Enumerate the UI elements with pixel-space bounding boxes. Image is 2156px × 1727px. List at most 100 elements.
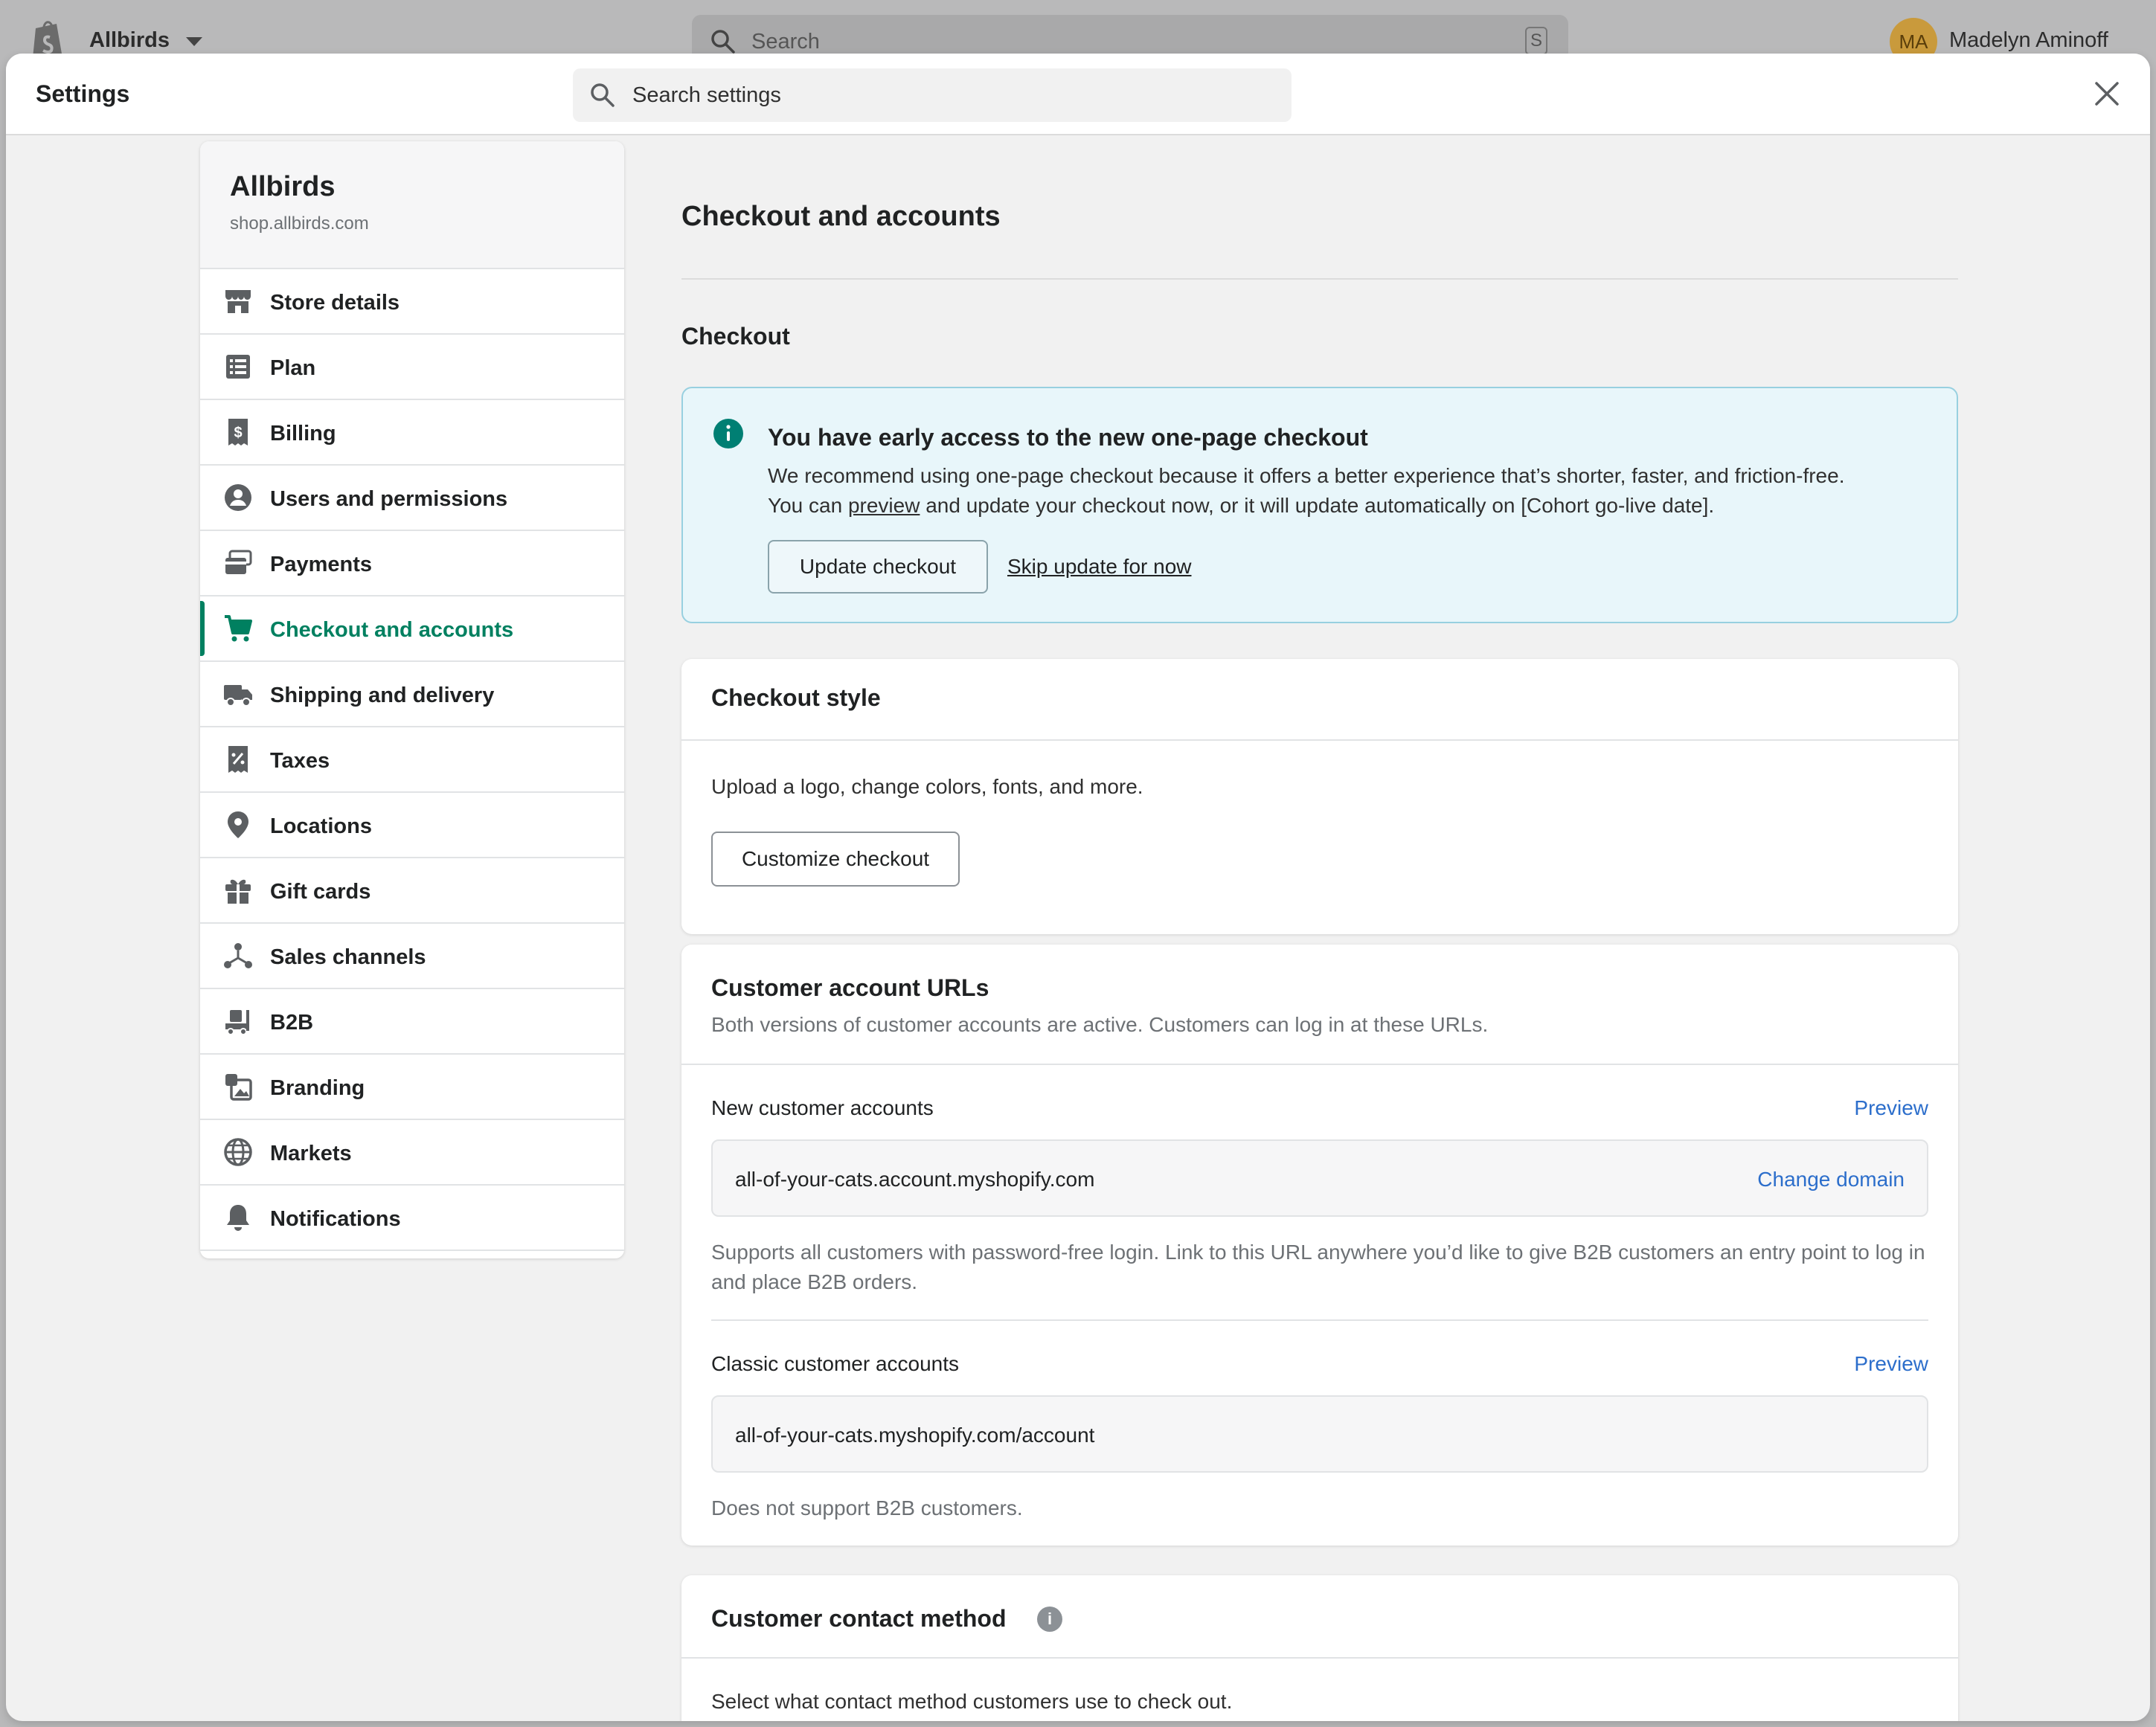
chevron-down-icon[interactable] bbox=[186, 37, 202, 46]
sidebar-item-markets[interactable]: Markets bbox=[200, 1120, 624, 1186]
truck-icon bbox=[224, 685, 252, 707]
sidebar-item-label: Markets bbox=[270, 1142, 352, 1165]
sidebar-item-label: Branding bbox=[270, 1076, 365, 1100]
channels-icon bbox=[224, 943, 252, 968]
divider bbox=[681, 739, 1958, 741]
info-icon[interactable]: i bbox=[1037, 1607, 1062, 1632]
sidebar-store-url: shop.allbirds.com bbox=[230, 213, 369, 234]
classic-accounts-label: Classic customer accounts bbox=[711, 1352, 960, 1375]
close-icon[interactable] bbox=[2092, 79, 2122, 109]
divider bbox=[681, 1657, 1958, 1659]
sidebar-item-label: Taxes bbox=[270, 749, 330, 773]
globe-icon bbox=[224, 1138, 252, 1166]
sidebar-item-label: Locations bbox=[270, 814, 372, 838]
sidebar-item-taxes[interactable]: Taxes bbox=[200, 727, 624, 793]
user-name[interactable]: Madelyn Aminoff bbox=[1949, 28, 2108, 53]
preview-link[interactable]: preview bbox=[848, 494, 920, 517]
branding-icon bbox=[225, 1074, 252, 1101]
banner-title: You have early access to the new one-pag… bbox=[768, 424, 1368, 451]
sidebar-item-locations[interactable]: Locations bbox=[200, 793, 624, 858]
update-checkout-button[interactable]: Update checkout bbox=[768, 540, 988, 594]
classic-accounts-url: all-of-your-cats.myshopify.com/account bbox=[735, 1424, 1095, 1447]
customer-account-urls-card: Customer account URLs Both versions of c… bbox=[681, 945, 1958, 1546]
classic-accounts-preview-link[interactable]: Preview bbox=[1854, 1352, 1928, 1376]
sidebar-item-branding[interactable]: Branding bbox=[200, 1055, 624, 1120]
settings-search-input[interactable]: Search settings bbox=[573, 68, 1292, 122]
change-domain-link[interactable]: Change domain bbox=[1757, 1168, 1905, 1191]
store-switcher[interactable]: Allbirds bbox=[89, 28, 170, 53]
info-icon bbox=[713, 419, 743, 448]
sidebar-item-checkout-and-accounts[interactable]: Checkout and accounts bbox=[200, 596, 624, 662]
search-shortcut-key: S bbox=[1525, 27, 1547, 55]
settings-header: Settings Search settings bbox=[6, 54, 2150, 135]
divider bbox=[681, 1064, 1958, 1065]
card-description: Select what contact method customers use… bbox=[711, 1690, 1233, 1713]
card-description: Upload a logo, change colors, fonts, and… bbox=[711, 775, 1143, 798]
settings-search-placeholder: Search settings bbox=[632, 83, 781, 107]
skip-update-link[interactable]: Skip update for now bbox=[1007, 555, 1192, 579]
bell-icon bbox=[227, 1205, 249, 1231]
settings-title: Settings bbox=[36, 80, 130, 107]
new-accounts-help: Supports all customers with password-fre… bbox=[711, 1241, 1925, 1293]
sidebar-store-name: Allbirds bbox=[230, 171, 336, 202]
banner-body-text: and update your checkout now, or it will… bbox=[920, 494, 1715, 517]
user-icon bbox=[225, 484, 251, 511]
sidebar-item-notifications[interactable]: Notifications bbox=[200, 1186, 624, 1251]
one-page-checkout-banner: You have early access to the new one-pag… bbox=[681, 387, 1958, 623]
sidebar-item-store-details[interactable]: Store details bbox=[200, 269, 624, 335]
sidebar-item-label: Notifications bbox=[270, 1207, 401, 1231]
sidebar-item-payments[interactable]: Payments bbox=[200, 531, 624, 596]
sidebar-item-label: Store details bbox=[270, 291, 400, 315]
b2b-icon bbox=[225, 1010, 249, 1035]
sidebar-item-label: Sales channels bbox=[270, 945, 426, 969]
sidebar-item-label: Plan bbox=[270, 356, 316, 380]
plan-icon bbox=[226, 355, 250, 379]
sidebar-item-label: Billing bbox=[270, 422, 336, 446]
card-title: Customer account URLs bbox=[711, 974, 989, 1001]
card-subtitle: Both versions of customer accounts are a… bbox=[711, 1013, 1489, 1036]
new-accounts-url: all-of-your-cats.account.myshopify.com bbox=[735, 1168, 1095, 1191]
sidebar-item-label: Shipping and delivery bbox=[270, 684, 495, 707]
banner-body-line-1: We recommend using one-page checkout bec… bbox=[768, 464, 1845, 487]
new-accounts-url-field[interactable]: all-of-your-cats.account.myshopify.com C… bbox=[711, 1139, 1928, 1217]
banner-body: We recommend using one-page checkout bec… bbox=[768, 461, 1943, 521]
sidebar-item-label: Payments bbox=[270, 553, 373, 576]
sidebar-item-label: Gift cards bbox=[270, 880, 371, 904]
settings-sidebar: Allbirds shop.allbirds.com Store details… bbox=[200, 141, 624, 1258]
sidebar-item-b2b[interactable]: B2B bbox=[200, 989, 624, 1055]
settings-modal: Settings Search settings Allbirds shop.a… bbox=[6, 54, 2150, 1721]
location-icon bbox=[228, 811, 248, 838]
classic-accounts-url-field[interactable]: all-of-your-cats.myshopify.com/account bbox=[711, 1395, 1928, 1473]
global-search-placeholder: Search bbox=[751, 30, 820, 54]
page-title: Checkout and accounts bbox=[681, 201, 1001, 232]
svg-text:$: $ bbox=[234, 425, 242, 441]
sidebar-item-gift-cards[interactable]: Gift cards bbox=[200, 858, 624, 924]
billing-icon: $ bbox=[228, 419, 248, 446]
new-accounts-label: New customer accounts bbox=[711, 1096, 934, 1119]
section-title-checkout: Checkout bbox=[681, 323, 790, 350]
payments-icon bbox=[225, 550, 252, 574]
taxes-icon bbox=[228, 746, 248, 773]
checkout-style-card: Checkout style Upload a logo, change col… bbox=[681, 659, 1958, 934]
sidebar-item-shipping-and-delivery[interactable]: Shipping and delivery bbox=[200, 662, 624, 727]
search-icon bbox=[711, 30, 735, 54]
search-icon bbox=[591, 83, 615, 107]
sidebar-item-label: Users and permissions bbox=[270, 487, 508, 511]
card-title: Customer contact method bbox=[711, 1605, 1007, 1632]
banner-body-line-2: You can preview and update your checkout… bbox=[768, 491, 1943, 521]
sidebar-nav: Store details Plan $ Billing Users and permi… bbox=[200, 269, 624, 1251]
sidebar-item-plan[interactable]: Plan bbox=[200, 335, 624, 400]
sidebar-item-sales-channels[interactable]: Sales channels bbox=[200, 924, 624, 989]
customer-contact-method-card: Customer contact method i Select what co… bbox=[681, 1575, 1958, 1721]
card-title: Checkout style bbox=[711, 684, 881, 711]
sidebar-item-label: B2B bbox=[270, 1011, 314, 1035]
divider bbox=[711, 1319, 1928, 1321]
classic-accounts-help: Does not support B2B customers. bbox=[711, 1496, 1023, 1519]
sidebar-item-label: Checkout and accounts bbox=[270, 618, 514, 642]
sidebar-item-users-and-permissions[interactable]: Users and permissions bbox=[200, 466, 624, 531]
divider bbox=[681, 278, 1958, 280]
sidebar-item-billing[interactable]: $ Billing bbox=[200, 400, 624, 466]
cart-icon bbox=[225, 615, 252, 642]
new-accounts-preview-link[interactable]: Preview bbox=[1854, 1096, 1928, 1120]
customize-checkout-button[interactable]: Customize checkout bbox=[711, 832, 960, 887]
